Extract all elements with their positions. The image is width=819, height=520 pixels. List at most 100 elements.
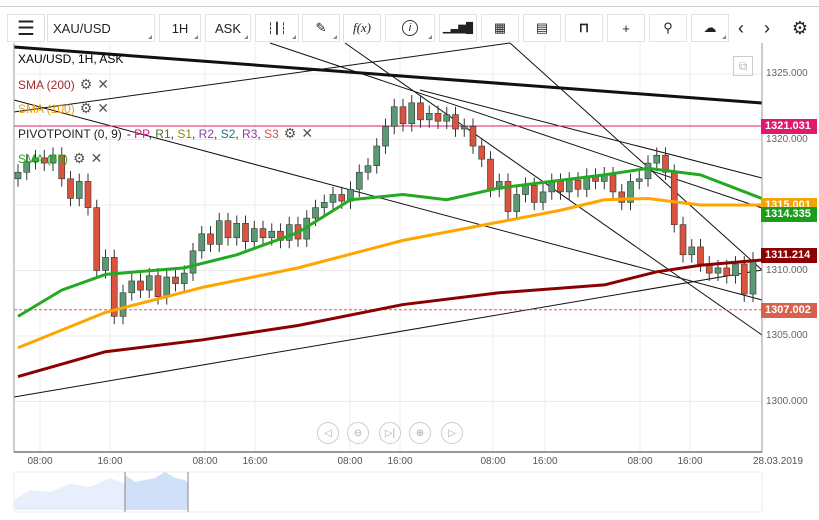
- candle-body: [714, 267, 722, 274]
- reset-button[interactable]: ▷|: [379, 422, 401, 444]
- scroll-right-button[interactable]: ▷: [441, 422, 463, 444]
- gear-icon: ⚙: [791, 17, 809, 38]
- prev-button[interactable]: ‹: [729, 14, 753, 42]
- candle-body: [609, 174, 617, 193]
- sma55-label: SMA (55): [18, 151, 69, 166]
- candle-body: [268, 230, 276, 239]
- candle-body: [154, 275, 162, 297]
- zoom-out-button[interactable]: ⊖: [347, 422, 369, 444]
- candle-body: [557, 181, 564, 193]
- candle-body: [233, 223, 241, 239]
- trendline[interactable]: [509, 42, 763, 271]
- grid: [14, 43, 762, 452]
- candle-body: [312, 207, 319, 219]
- candle-body: [84, 181, 92, 208]
- candle-body: [740, 263, 748, 295]
- gear-icon[interactable]: ⚙: [80, 76, 93, 93]
- candle-body: [242, 223, 249, 242]
- price-tag: 1311.214: [761, 247, 817, 263]
- time-tick-label: 16:00: [242, 456, 268, 467]
- candle-body: [198, 233, 206, 252]
- candle-body: [110, 257, 118, 317]
- candle-body: [679, 224, 687, 256]
- candle-body: [635, 178, 643, 182]
- pivot-item: R3: [242, 126, 258, 141]
- candle-body: [145, 275, 153, 291]
- time-tick-label: 16:00: [387, 456, 413, 467]
- time-tick-label: 16:00: [97, 456, 123, 467]
- candle-body: [417, 102, 424, 121]
- gear-icon[interactable]: ⚙: [284, 125, 297, 142]
- candle-body: [102, 257, 109, 271]
- candle-body: [670, 171, 678, 225]
- candle-body: [382, 126, 389, 147]
- chart-title: XAU/USD, 1H, ASK: [18, 52, 123, 66]
- candle-body: [93, 207, 101, 271]
- candle-body: [250, 228, 258, 242]
- triangle-left-icon: ◁: [324, 427, 332, 439]
- time-tick-label: 08:00: [337, 456, 363, 467]
- candle-body: [749, 259, 757, 295]
- gear-icon[interactable]: ⚙: [73, 150, 86, 167]
- candle-body: [452, 114, 459, 130]
- price-chart[interactable]: [0, 0, 819, 520]
- close-icon[interactable]: ✕: [97, 100, 109, 117]
- scroll-left-button[interactable]: ◁: [317, 422, 339, 444]
- close-icon[interactable]: ✕: [91, 150, 103, 167]
- trendline-thick[interactable]: [13, 45, 763, 105]
- candle-body: [469, 126, 477, 147]
- candle-body: [364, 165, 372, 173]
- candle-body: [513, 194, 521, 212]
- candle-body: [565, 179, 573, 193]
- candle-body: [224, 220, 232, 239]
- candle-body: [530, 185, 538, 203]
- close-icon[interactable]: ✕: [301, 125, 313, 142]
- pivot-label: PIVOTPOINT (0, 9): [18, 126, 122, 141]
- next-button[interactable]: ›: [755, 14, 779, 42]
- time-tick-label: 16:00: [677, 456, 703, 467]
- candle-body: [390, 106, 398, 127]
- skip-end-icon: ▷|: [384, 427, 396, 439]
- price-tick-label: 1310.000: [766, 264, 808, 276]
- pivot-item: R2: [198, 126, 215, 141]
- candle-body: [732, 263, 739, 277]
- candle-body: [434, 113, 442, 122]
- candle-body: [163, 276, 171, 297]
- candle-body: [189, 250, 197, 274]
- candle-body: [67, 178, 74, 199]
- price-tick-label: 1325.000: [766, 68, 808, 79]
- candle-body: [574, 179, 582, 190]
- candle-body: [14, 171, 22, 180]
- sma-lines: [17, 166, 763, 379]
- candle-body: [408, 102, 416, 125]
- time-tick-label: 28.03.2019: [752, 456, 804, 467]
- candle-body: [329, 194, 337, 203]
- candle-body: [207, 233, 214, 245]
- trendline[interactable]: [13, 269, 763, 398]
- chart-title-text: XAU/USD, 1H, ASK: [18, 52, 124, 66]
- settings-button[interactable]: ⚙: [787, 14, 813, 42]
- pivot-items: - PP, R1, S1, R2, S2, R3, S3: [126, 126, 279, 141]
- close-icon[interactable]: ✕: [97, 76, 109, 93]
- time-tick-label: 16:00: [532, 456, 558, 467]
- zoom-in-button[interactable]: ⊕: [409, 422, 431, 444]
- time-tick-label: 08:00: [480, 456, 506, 467]
- popout-icon[interactable]: ⧉: [733, 56, 753, 76]
- candle-body: [128, 280, 136, 294]
- candle-body: [487, 158, 494, 190]
- navigator[interactable]: [13, 471, 763, 513]
- price-tag: 1314.335: [761, 206, 817, 222]
- chevron-right-icon: ›: [764, 17, 770, 38]
- candle-body: [618, 191, 626, 203]
- legend-sma100: SMA (100) ⚙ ✕: [18, 100, 109, 117]
- chevron-left-icon: ‹: [738, 17, 744, 38]
- candle-body: [180, 272, 188, 284]
- legend-sma200: SMA (200) ⚙ ✕: [18, 76, 109, 93]
- gear-icon[interactable]: ⚙: [80, 100, 93, 117]
- trendlines[interactable]: [13, 42, 763, 398]
- candle-body: [653, 154, 661, 164]
- candle-body: [137, 280, 144, 291]
- price-tick-label: 1300.000: [766, 395, 808, 407]
- sma100-label: SMA (100): [18, 101, 75, 116]
- levels: [14, 125, 762, 311]
